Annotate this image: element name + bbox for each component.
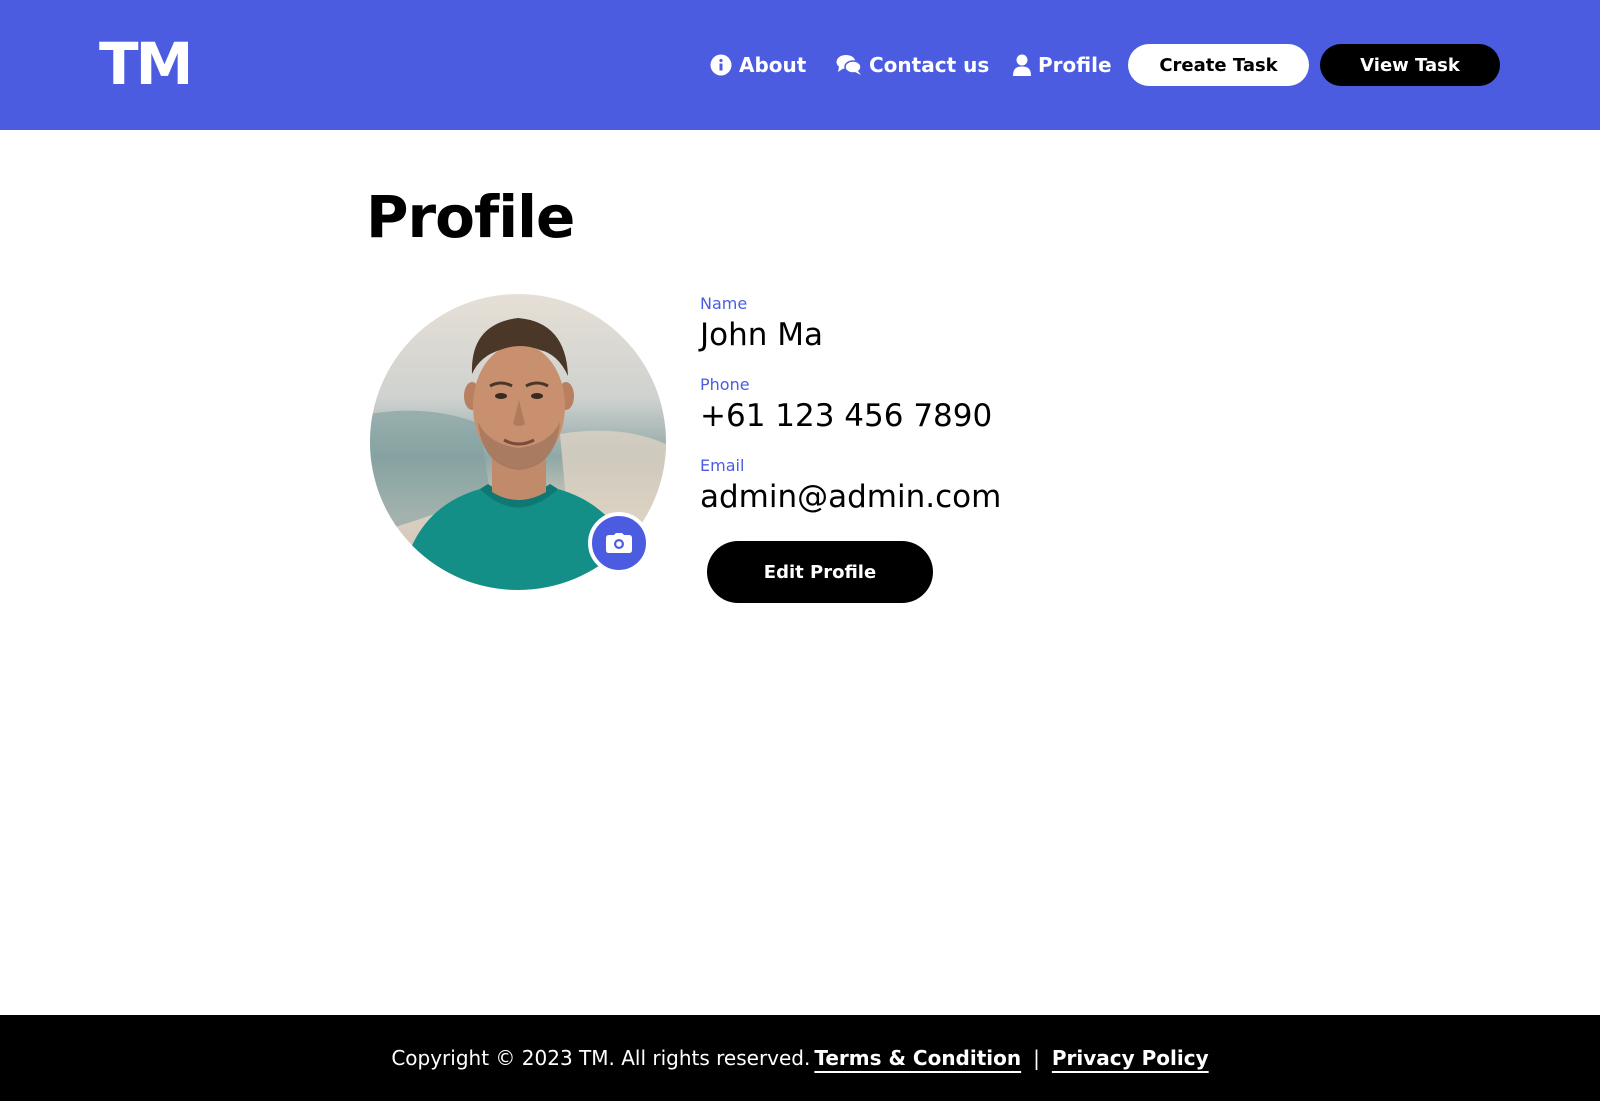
privacy-link[interactable]: Privacy Policy [1052, 1046, 1209, 1070]
view-task-button[interactable]: View Task [1320, 44, 1500, 86]
terms-link[interactable]: Terms & Condition [814, 1046, 1021, 1070]
camera-icon [606, 533, 632, 553]
nav-contact-label: Contact us [869, 53, 990, 77]
email-label: Email [700, 456, 745, 475]
name-value: John Ma [700, 317, 824, 353]
edit-profile-button[interactable]: Edit Profile [707, 541, 933, 603]
email-value: admin@admin.com [700, 479, 1002, 515]
copyright-text: Copyright © 2023 TM. All rights reserved… [391, 1046, 811, 1070]
user-icon [1013, 54, 1031, 76]
page-title: Profile [366, 183, 575, 251]
info-icon [710, 54, 732, 76]
nav-about-label: About [739, 53, 807, 77]
phone-label: Phone [700, 375, 750, 394]
create-task-button[interactable]: Create Task [1128, 44, 1309, 86]
chat-icon [836, 55, 862, 75]
footer: Copyright © 2023 TM. All rights reserved… [0, 1015, 1600, 1101]
change-photo-button[interactable] [588, 512, 650, 574]
phone-value: +61 123 456 7890 [700, 398, 993, 434]
name-label: Name [700, 294, 748, 313]
nav-contact[interactable]: Contact us [836, 44, 989, 86]
top-nav-bar: TM About Contact us Profile Create Task … [0, 0, 1600, 130]
avatar-container [370, 294, 666, 590]
nav-profile-label: Profile [1038, 53, 1112, 77]
footer-separator: | [1033, 1046, 1040, 1070]
nav-profile[interactable]: Profile [1013, 44, 1112, 86]
logo[interactable]: TM [99, 34, 193, 94]
nav-about[interactable]: About [710, 44, 806, 86]
